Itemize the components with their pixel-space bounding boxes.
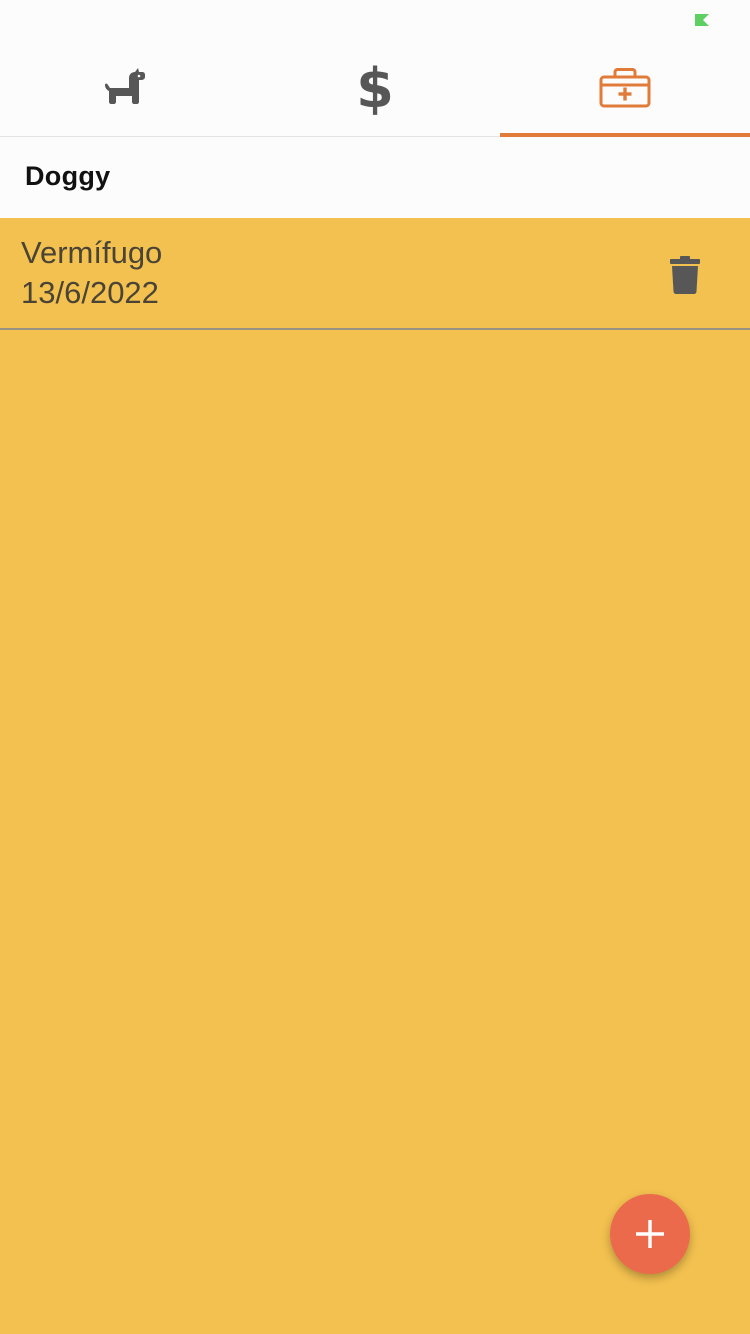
tab-bar: $ <box>0 40 750 137</box>
treatment-list: Vermífugo 13/6/2022 <box>0 218 750 330</box>
dollar-icon: $ <box>356 60 394 116</box>
add-button[interactable] <box>610 1194 690 1274</box>
battery-icon <box>695 14 709 26</box>
dog-icon <box>105 68 145 104</box>
status-bar <box>0 0 750 40</box>
tab-pet[interactable] <box>0 40 250 136</box>
page-title: Doggy <box>25 161 111 191</box>
list-item[interactable]: Vermífugo 13/6/2022 <box>0 218 750 330</box>
header: Doggy <box>0 137 750 218</box>
plus-icon <box>636 1220 664 1248</box>
tab-health[interactable] <box>500 40 750 137</box>
trash-icon <box>670 256 700 294</box>
item-title: Vermífugo <box>21 235 163 270</box>
svg-text:$: $ <box>356 60 394 116</box>
tab-expenses[interactable]: $ <box>250 40 500 136</box>
delete-button[interactable] <box>654 244 716 306</box>
medical-kit-icon <box>599 68 651 108</box>
item-date: 13/6/2022 <box>21 275 159 310</box>
